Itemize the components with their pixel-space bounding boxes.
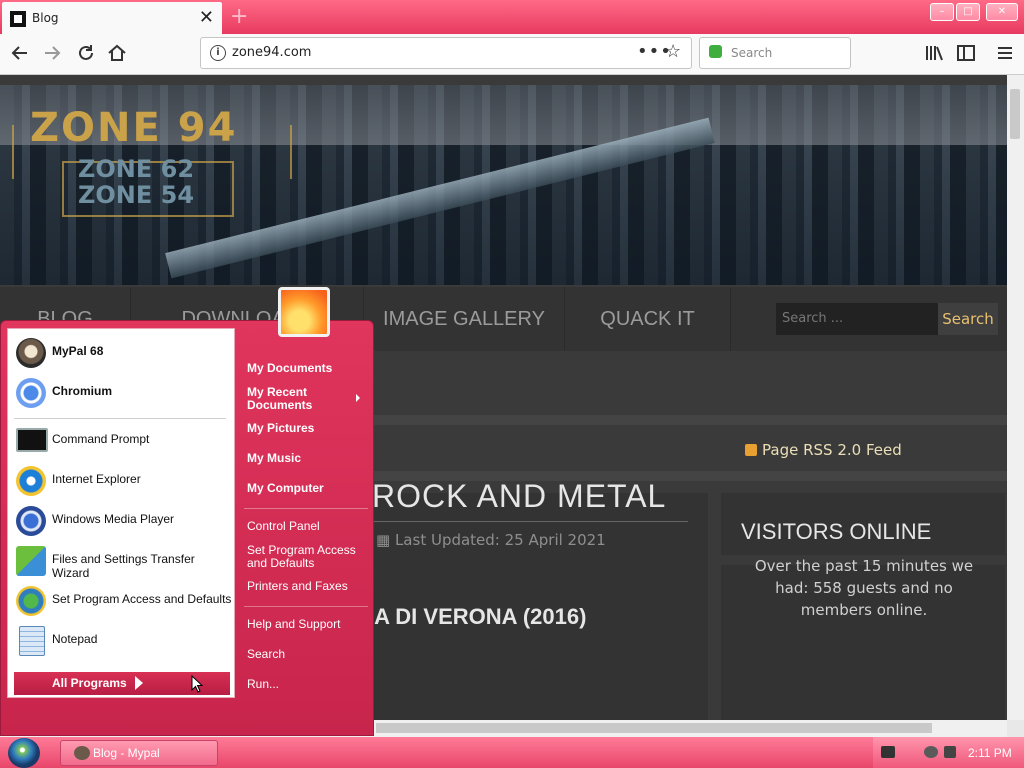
- transfer-wizard-icon: [16, 546, 46, 576]
- menu-printers-faxes[interactable]: Printers and Faxes: [247, 580, 348, 593]
- menu-my-recent-documents-line2: Documents: [247, 398, 313, 412]
- site-search-button[interactable]: Search: [938, 303, 998, 335]
- all-programs-arrow-icon: [135, 676, 143, 690]
- program-label: Set Program Access and Defaults: [52, 592, 232, 606]
- start-menu-separator: [14, 418, 226, 419]
- user-avatar[interactable]: [278, 287, 330, 337]
- last-updated: ▦ Last Updated: 25 April 2021: [376, 531, 606, 549]
- scroll-thumb[interactable]: [1010, 89, 1020, 139]
- menu-my-pictures[interactable]: My Pictures: [247, 422, 314, 435]
- minimize-button[interactable]: –: [930, 3, 954, 21]
- url-text[interactable]: zone94.com: [232, 45, 311, 60]
- submenu-arrow-icon: [356, 394, 360, 402]
- menu-icon[interactable]: [993, 42, 1017, 66]
- internet-explorer-icon: [16, 466, 46, 496]
- browser-search-input[interactable]: Search: [699, 37, 851, 69]
- sidebar-icon[interactable]: [954, 42, 978, 66]
- nav-image-gallery[interactable]: IMAGE GALLERY: [364, 287, 565, 351]
- maximize-button[interactable]: □: [956, 3, 980, 21]
- program-set-access-defaults[interactable]: Set Program Access and Defaults: [16, 582, 232, 618]
- all-programs-label: All Programs: [52, 676, 127, 690]
- start-menu-separator: [244, 606, 368, 607]
- taskbar-item-blog-mypal[interactable]: Blog - Mypal: [60, 740, 218, 766]
- site-logo-sub-1: ZONE 62: [78, 155, 195, 183]
- back-icon[interactable]: [8, 42, 32, 66]
- new-tab-button[interactable]: +: [230, 4, 250, 29]
- tab-close-icon[interactable]: ✕: [199, 7, 214, 28]
- media-player-icon: [16, 506, 46, 536]
- mypal-icon: [74, 746, 90, 760]
- program-label: Notepad: [52, 632, 98, 646]
- menu-my-computer[interactable]: My Computer: [247, 482, 324, 495]
- command-prompt-icon: [16, 428, 48, 452]
- menu-my-recent-documents[interactable]: My Recent Documents: [247, 386, 312, 412]
- browser-search-placeholder: Search: [731, 46, 773, 60]
- site-logo-main[interactable]: ZONE 94: [30, 105, 237, 151]
- nav-quack-it[interactable]: QUACK IT: [565, 287, 731, 351]
- visitors-text: Over the past 15 minutes we had: 558 gue…: [754, 557, 974, 619]
- site-logo-sub-2: ZONE 54: [78, 181, 195, 209]
- menu-control-panel[interactable]: Control Panel: [247, 520, 320, 533]
- site-search-input[interactable]: Search ...: [776, 303, 938, 335]
- program-label: MyPal 68: [52, 344, 104, 358]
- mouse-cursor-icon: [191, 675, 203, 693]
- program-transfer-wizard[interactable]: Files and Settings Transfer Wizard: [16, 542, 232, 580]
- volume-icon[interactable]: [944, 746, 956, 758]
- menu-help-support[interactable]: Help and Support: [247, 618, 340, 631]
- home-icon[interactable]: [105, 42, 129, 66]
- tab-title: Blog: [32, 11, 59, 25]
- network-icon[interactable]: [924, 746, 938, 758]
- start-menu-separator: [244, 508, 368, 509]
- article-subtitle[interactable]: IA DI VERONA (2016): [368, 604, 586, 630]
- visitors-heading: VISITORS ONLINE: [741, 519, 932, 544]
- menu-run[interactable]: Run...: [247, 678, 279, 691]
- start-button[interactable]: [8, 738, 40, 768]
- notepad-icon: [19, 626, 45, 656]
- program-label: Internet Explorer: [52, 472, 141, 486]
- program-access-icon: [16, 586, 46, 616]
- program-notepad[interactable]: Notepad: [16, 622, 232, 658]
- site-favicon-icon: [10, 11, 26, 27]
- program-chromium[interactable]: Chromium: [16, 374, 232, 410]
- program-command-prompt[interactable]: Command Prompt: [16, 422, 232, 458]
- menu-set-program-access[interactable]: Set Program Access and Defaults: [247, 544, 356, 570]
- info-icon[interactable]: i: [210, 45, 226, 61]
- clock[interactable]: 2:11 PM: [968, 746, 1012, 760]
- program-label: Command Prompt: [52, 432, 150, 446]
- program-label: Files and Settings Transfer Wizard: [52, 552, 195, 580]
- rss-label[interactable]: Page RSS 2.0 Feed: [762, 441, 902, 459]
- program-internet-explorer[interactable]: Internet Explorer: [16, 462, 232, 498]
- rss-link[interactable]: Page RSS 2.0 Feed: [745, 441, 902, 459]
- program-label: Windows Media Player: [52, 512, 175, 526]
- url-bar[interactable]: i zone94.com ••• ☆: [200, 37, 692, 69]
- reload-icon[interactable]: [74, 42, 98, 66]
- bookmark-star-icon[interactable]: ☆: [665, 41, 681, 62]
- program-label: Chromium: [52, 384, 112, 398]
- last-updated-text: Last Updated: 25 April 2021: [394, 531, 606, 549]
- menu-search[interactable]: Search: [247, 648, 285, 661]
- menu-set-program-access-line2: and Defaults: [247, 556, 315, 570]
- search-engine-icon: [709, 45, 722, 58]
- mypal-icon: [16, 338, 46, 368]
- vertical-scrollbar[interactable]: [1007, 75, 1024, 720]
- article-title[interactable]: ROCK AND METAL: [372, 478, 666, 515]
- scroll-thumb-horizontal[interactable]: [376, 723, 932, 733]
- taskbar-item-label: Blog - Mypal: [93, 746, 160, 760]
- forward-icon[interactable]: [40, 42, 64, 66]
- menu-my-documents[interactable]: My Documents: [247, 362, 332, 375]
- calendar-icon: ▦: [376, 531, 395, 549]
- keyboard-icon[interactable]: [881, 746, 895, 758]
- tab-blog[interactable]: Blog ✕: [2, 2, 222, 34]
- program-media-player[interactable]: Windows Media Player: [16, 502, 232, 538]
- library-icon[interactable]: [922, 42, 946, 66]
- program-mypal[interactable]: MyPal 68: [16, 334, 232, 370]
- menu-my-music[interactable]: My Music: [247, 452, 301, 465]
- browser-toolbar: i zone94.com ••• ☆ Search: [0, 34, 1024, 75]
- rss-icon: [745, 444, 757, 456]
- chromium-icon: [16, 378, 46, 408]
- close-window-button[interactable]: ✕: [986, 3, 1018, 21]
